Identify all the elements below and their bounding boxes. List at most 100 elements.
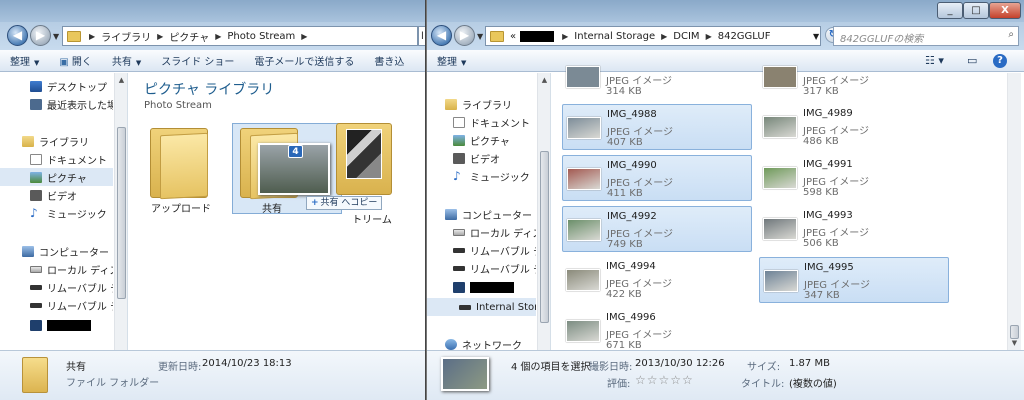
scroll-thumb[interactable] <box>540 151 549 323</box>
file-item[interactable]: IMG_4991 JPEG イメージ 598 KB <box>759 155 949 201</box>
breadcrumb-libraries[interactable]: ライブラリ <box>101 29 151 44</box>
scroll-down-arrow[interactable]: ▼ <box>1010 338 1019 348</box>
nav-network[interactable]: ネットワーク <box>427 335 536 350</box>
local-disk-icon <box>453 228 465 236</box>
nav-removable-2[interactable]: リムーバブル デ <box>0 296 113 314</box>
details-title-label: タイトル: <box>741 379 785 390</box>
nav-desktop[interactable]: デスクトップ <box>0 77 113 95</box>
title-bar[interactable]: _ □ X <box>427 0 1024 22</box>
nav-scrollbar[interactable]: ▲ <box>537 73 550 350</box>
breadcrumb-photo-stream[interactable]: Photo Stream <box>227 31 295 42</box>
redacted-name <box>47 319 91 331</box>
nav-documents[interactable]: ドキュメント <box>0 150 113 168</box>
maximize-button[interactable]: □ <box>963 2 989 19</box>
nav-removable-1[interactable]: リムーバブル デ <box>0 278 113 296</box>
minimize-button[interactable]: _ <box>937 2 963 19</box>
nav-libraries[interactable]: ライブラリ <box>0 132 113 150</box>
nav-music[interactable]: ♪ ミュージック <box>0 204 113 222</box>
file-size: 422 KB <box>606 289 642 300</box>
breadcrumb-dcim[interactable]: DCIM <box>673 31 699 42</box>
file-item[interactable]: IMG_4995 JPEG イメージ 347 KB <box>759 257 949 303</box>
back-button[interactable]: ◀ <box>431 25 452 46</box>
search-box-edge[interactable]: l <box>418 26 425 46</box>
forward-button[interactable]: ▶ <box>30 25 51 46</box>
folder-upload[interactable] <box>150 128 208 200</box>
folder-stream[interactable] <box>336 123 392 195</box>
file-type: JPEG イメージ <box>607 178 674 189</box>
breadcrumb-842ggluf[interactable]: 842GGLUF <box>718 31 771 42</box>
file-item-partial[interactable]: JPEG イメージ 314 KB <box>562 66 752 100</box>
nav-videos[interactable]: ビデオ <box>427 149 536 167</box>
file-item[interactable]: IMG_4996 JPEG イメージ 671 KB <box>562 308 752 354</box>
library-title: ピクチャ ライブラリ <box>144 82 275 98</box>
nav-internal-storage[interactable]: Internal Stora <box>427 298 536 316</box>
file-type: JPEG イメージ <box>607 127 674 138</box>
address-dropdown[interactable]: ▼ <box>813 32 819 41</box>
file-type: JPEG イメージ <box>606 330 673 341</box>
slideshow-button[interactable]: スライド ショー <box>151 53 244 68</box>
nav-redacted-device[interactable] <box>427 278 536 296</box>
scroll-thumb[interactable] <box>1010 325 1019 339</box>
folder-label-upload: アップロード <box>151 204 211 215</box>
view-options-icon[interactable]: ☷ ▾ <box>925 54 944 68</box>
search-icon[interactable]: ⌕ <box>1008 29 1014 40</box>
scroll-up-arrow[interactable]: ▲ <box>540 75 549 85</box>
file-item[interactable]: IMG_4992 JPEG イメージ 749 KB <box>562 206 752 252</box>
file-item-partial[interactable]: JPEG イメージ 317 KB <box>759 66 949 100</box>
nav-computer[interactable]: コンピューター <box>427 205 536 223</box>
folder-icon <box>22 357 48 393</box>
rating-stars[interactable]: ☆☆☆☆☆ <box>635 373 694 387</box>
file-item[interactable]: IMG_4990 JPEG イメージ 411 KB <box>562 155 752 201</box>
nav-redacted-device[interactable] <box>0 316 113 334</box>
recent-pages-dropdown[interactable]: ▼ <box>53 32 61 41</box>
pictures-icon <box>30 171 42 183</box>
share-button[interactable]: 共有 ▼ <box>102 53 151 68</box>
nav-pictures[interactable]: ピクチャ <box>427 131 536 149</box>
open-button[interactable]: ▣ 開く <box>49 53 101 68</box>
forward-button[interactable]: ▶ <box>454 25 475 46</box>
help-icon[interactable]: ? <box>993 54 1007 68</box>
details-size-label: サイズ: <box>747 362 781 373</box>
navigation-pane: デスクトップ 最近表示した場所 ライブラリ ドキュメント ピクチャ ビデオ ♪ミ… <box>0 73 128 350</box>
email-button[interactable]: 電子メールで送信する <box>244 53 364 68</box>
nav-libraries[interactable]: ライブラリ <box>427 95 536 113</box>
file-item[interactable]: IMG_4989 JPEG イメージ 486 KB <box>759 104 949 150</box>
back-button[interactable]: ◀ <box>7 25 28 46</box>
computer-icon <box>22 245 34 257</box>
address-bar[interactable]: « ▶ Internal Storage ▶ DCIM ▶ 842GGLUF <box>485 26 821 46</box>
chevron-right-icon: ▶ <box>661 31 668 41</box>
nav-pictures[interactable]: ピクチャ <box>0 168 113 186</box>
breadcrumb-overflow[interactable]: « <box>510 31 516 42</box>
scroll-up-arrow[interactable]: ▲ <box>117 75 126 85</box>
details-pane: 4 個の項目を選択 撮影日時: 2013/10/30 12:26 評価: ☆☆☆… <box>427 350 1024 400</box>
nav-local-disk[interactable]: ローカル ディス <box>427 223 536 241</box>
address-bar[interactable]: ▶ ライブラリ ▶ ピクチャ ▶ Photo Stream ▶ <box>62 26 418 46</box>
close-button[interactable]: X <box>989 2 1021 19</box>
nav-videos[interactable]: ビデオ <box>0 186 113 204</box>
nav-removable-2[interactable]: リムーバブル デ <box>427 259 536 277</box>
breadcrumb-pictures[interactable]: ピクチャ <box>169 29 209 44</box>
file-item[interactable]: IMG_4994 JPEG イメージ 422 KB <box>562 257 752 303</box>
nav-scrollbar[interactable]: ▲ <box>114 73 127 350</box>
organize-button[interactable]: 整理 ▼ <box>427 53 476 68</box>
file-item[interactable]: IMG_4993 JPEG イメージ 506 KB <box>759 206 949 252</box>
nav-computer[interactable]: コンピューター <box>0 242 113 260</box>
nav-documents[interactable]: ドキュメント <box>427 113 536 131</box>
nav-local-disk[interactable]: ローカル ディス <box>0 260 113 278</box>
search-input[interactable]: 842GGLUFの検索 ⌕ <box>833 26 1019 46</box>
file-type: JPEG イメージ <box>803 228 870 239</box>
breadcrumb-internal-storage[interactable]: Internal Storage <box>574 31 655 42</box>
details-rating-label: 評価: <box>607 379 631 390</box>
content-scrollbar[interactable]: ▼ <box>1007 73 1021 350</box>
nav-removable-1[interactable]: リムーバブル デ <box>427 241 536 259</box>
title-bar[interactable] <box>0 0 425 22</box>
file-item[interactable]: IMG_4988 JPEG イメージ 407 KB <box>562 104 752 150</box>
preview-pane-icon[interactable]: ▭ <box>967 54 977 68</box>
nav-recent-places[interactable]: 最近表示した場所 <box>0 95 113 113</box>
organize-button[interactable]: 整理 ▼ <box>0 53 49 68</box>
scroll-thumb[interactable] <box>117 127 126 299</box>
recent-pages-dropdown[interactable]: ▼ <box>477 32 485 41</box>
nav-music[interactable]: ♪ ミュージック <box>427 167 536 185</box>
burn-button[interactable]: 書き込 <box>364 53 414 68</box>
command-bar: 整理 ▼ ▣ 開く 共有 ▼ スライド ショー 電子メールで送信する 書き込 <box>0 50 425 72</box>
